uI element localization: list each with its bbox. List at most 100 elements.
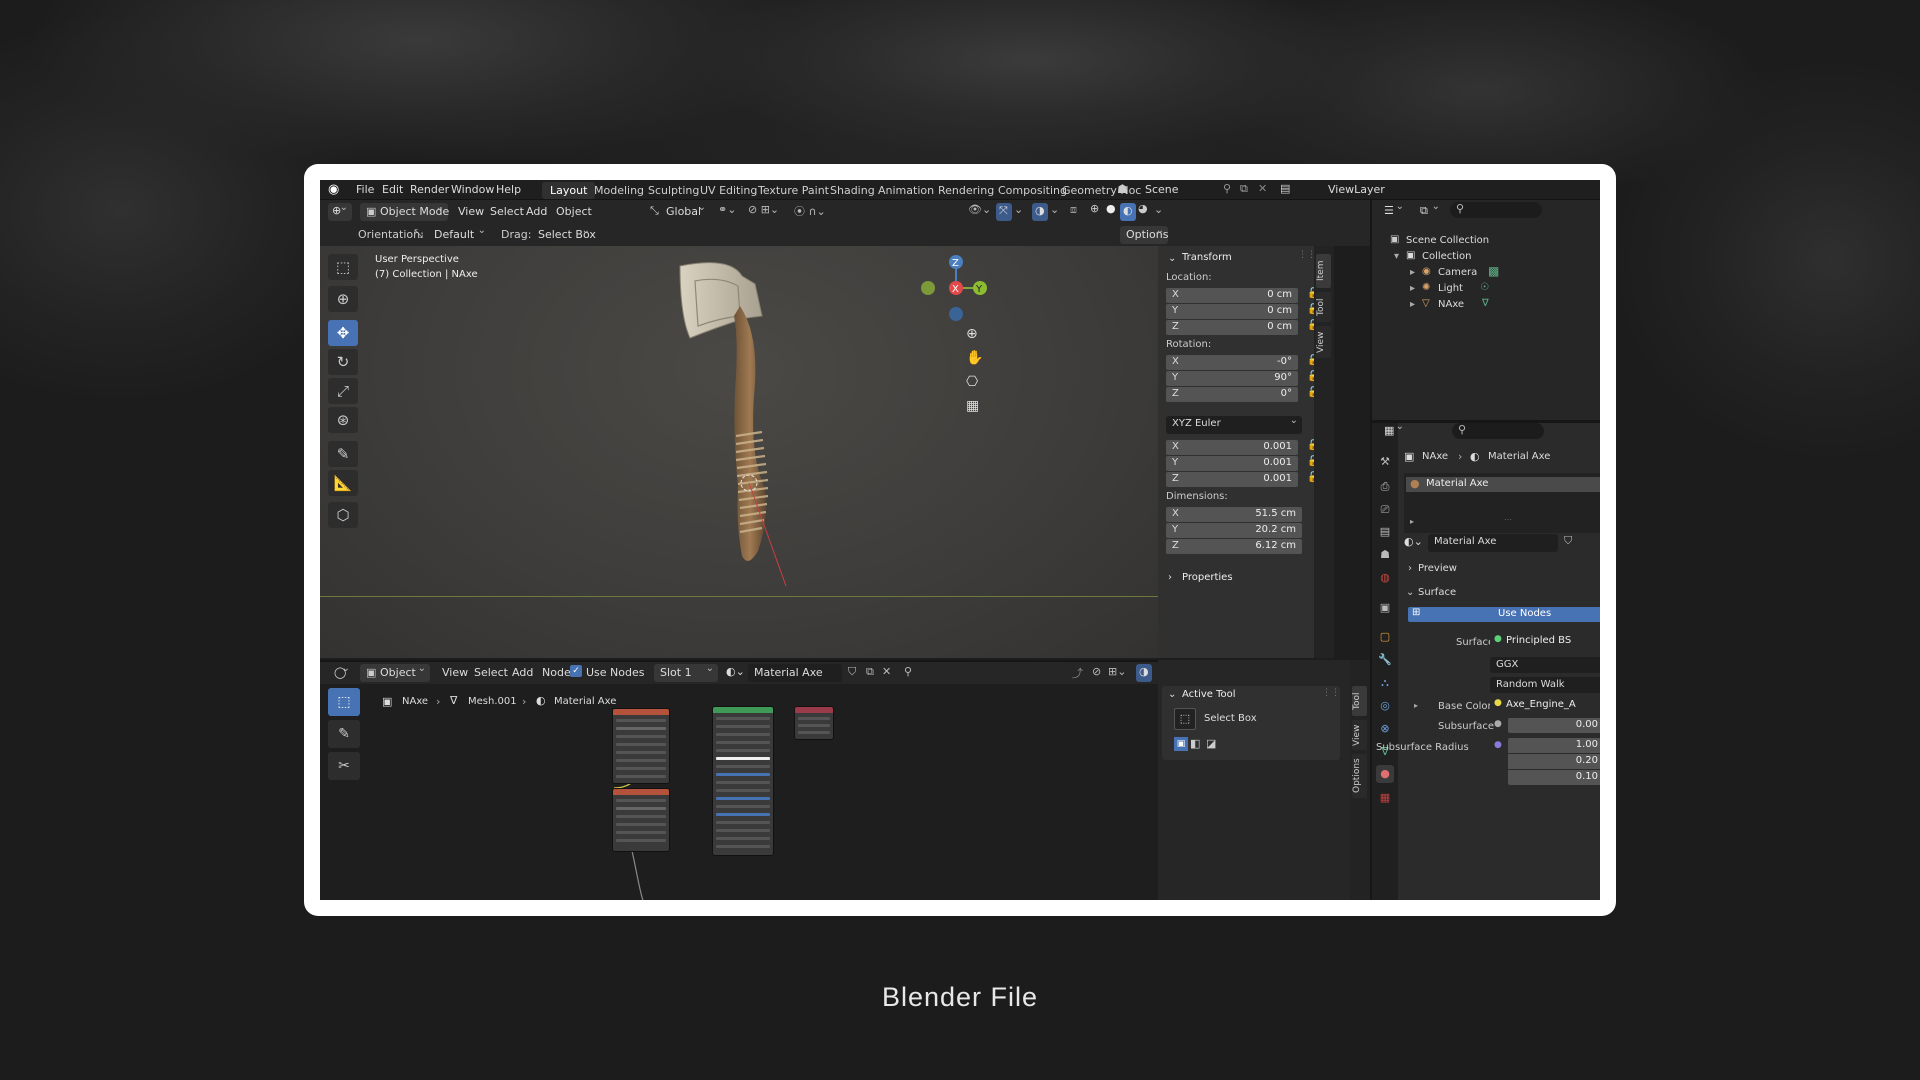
viewport-menu-object[interactable]: Object [556,205,592,218]
properties-section-title[interactable]: Properties [1182,572,1233,583]
properties-editor-type-icon[interactable]: ▦ [1378,421,1408,440]
camera-expand-icon[interactable]: ▸ [1410,267,1415,278]
outliner-editor-type-icon[interactable]: ☰ [1378,201,1408,220]
mesh-data-icon[interactable]: ∇ [1482,298,1489,309]
use-nodes-button[interactable]: ⊞ Use Nodes [1408,607,1600,622]
material-output-node[interactable] [794,706,834,740]
render-tab-icon[interactable]: ⎙ [1376,478,1394,496]
world-tab-icon[interactable]: ◍ [1376,569,1394,587]
material-slot-list[interactable]: ● Material Axe ▸ ⋯ [1404,473,1600,533]
viewport-menu-select[interactable]: Select [490,205,524,218]
menu-edit[interactable]: Edit [382,183,403,196]
image-texture-node-2[interactable] [612,788,670,852]
select-box-icon[interactable]: ⬚ [1174,708,1196,730]
gizmo-toggle-icon[interactable]: ⤧ [996,203,1012,221]
subsurface-radius-y[interactable]: 0.20 [1508,754,1600,769]
node-annotate-tool-icon[interactable]: ✎ [328,720,360,748]
select-mode-new-icon[interactable]: ▣ [1174,737,1188,751]
node-select-tool-icon[interactable]: ⬚ [328,688,360,716]
overlay-toggle-icon[interactable]: ◑ [1032,203,1048,221]
add-cube-tool-icon[interactable]: ⬡ [328,502,358,528]
scale-y-field[interactable]: Y 0.001 [1166,456,1298,471]
blender-logo-icon[interactable]: ◉ [328,182,339,197]
duplicate-material-icon[interactable]: ⧉ [866,665,874,679]
naxe-expand-icon[interactable]: ▸ [1410,299,1415,310]
scale-tool-icon[interactable]: ⤢ [328,378,358,404]
delete-scene-icon[interactable]: ✕ [1258,182,1267,195]
properties-search-input[interactable]: ⚲ [1452,423,1544,439]
tool-tab-icon[interactable]: ⚒ [1376,453,1394,471]
menu-file[interactable]: File [356,183,374,196]
scene-icon[interactable]: ☗ [1117,182,1128,196]
use-nodes-checkbox[interactable]: ✓ [570,665,582,677]
viewport-menu-add[interactable]: Add [526,205,547,218]
subsurface-field[interactable]: 0.00 [1508,718,1600,733]
active-tool-chevron-icon[interactable]: ⌄ [1168,689,1176,700]
overlay-dropdown-icon[interactable]: ⌄ [1050,203,1059,216]
menu-window[interactable]: Window [451,183,494,196]
node-overlay-icon[interactable]: ◑ [1136,664,1152,682]
transform-orientation-dropdown[interactable]: Global [646,202,710,221]
axe-model[interactable] [650,256,850,586]
camera-data-icon[interactable]: ▩ [1488,264,1499,278]
active-tool-drag-icon[interactable]: ⋮⋮ [1322,688,1340,698]
surface-shader-field[interactable]: ● Principled BS [1490,634,1600,649]
image-texture-node[interactable] [612,708,670,784]
tab-view[interactable]: View [1316,326,1331,358]
menu-render[interactable]: Render [410,183,449,196]
pivot-icon[interactable]: ⚭⌄ [718,203,736,216]
menu-help[interactable]: Help [496,183,521,196]
base-color-field[interactable]: ● Axe_Engine_A [1490,698,1600,713]
shading-solid-icon[interactable]: ● [1106,202,1116,215]
select-box-tool-icon[interactable]: ⬚ [328,254,358,280]
slot-list-resize-icon[interactable]: ⋯ [1504,515,1512,524]
transform-chevron-icon[interactable]: ⌄ [1168,253,1176,264]
camera-view-icon[interactable]: ⎔ [966,374,978,390]
use-nodes-toggle-label[interactable]: Use Nodes [586,666,645,679]
location-z-field[interactable]: Z 0 cm [1166,320,1298,335]
snap-icon[interactable]: ⊘ ⊞⌄ [748,203,779,216]
distribution-dropdown[interactable]: GGX [1490,657,1600,673]
node-snap-icon[interactable]: ⊘ [1092,665,1101,678]
drag-dropdown[interactable]: Select Box [532,225,596,244]
unlink-material-icon[interactable]: ✕ [882,665,891,678]
view-layer-tab-icon[interactable]: ▤ [1376,523,1394,541]
properties-chevron-icon[interactable]: › [1168,572,1172,583]
rotation-mode-dropdown[interactable]: XYZ Euler [1166,415,1302,434]
fake-user-shield-icon[interactable]: ⛉ [1564,534,1572,548]
light-data-icon[interactable]: ☉ [1480,282,1489,293]
light-expand-icon[interactable]: ▸ [1410,283,1415,294]
subsurface-method-dropdown[interactable]: Random Walk [1490,677,1600,693]
texture-tab-icon[interactable]: ▦ [1376,789,1394,807]
select-mode-subtract-icon[interactable]: ◪ [1206,737,1216,750]
transform-tool-icon[interactable]: ⊛ [328,407,358,433]
tab-item[interactable]: Item [1316,254,1331,288]
dimensions-y-field[interactable]: Y 20.2 cm [1166,523,1302,538]
outliner-search-input[interactable]: ⚲ [1450,202,1542,218]
node-snap-mode-icon[interactable]: ⊞⌄ [1108,665,1126,678]
rotation-x-field[interactable]: X -0° [1166,355,1298,370]
material-browse-node-icon[interactable]: ◐⌄ [726,665,745,678]
annotate-tool-icon[interactable]: ✎ [328,441,358,467]
view-layer-name[interactable]: ViewLayer [1328,183,1385,196]
editor-type-icon[interactable]: ⊕ [328,202,352,221]
outliner-item-light[interactable]: Light [1438,283,1463,294]
base-color-expand-icon[interactable]: ▸ [1414,701,1418,710]
node-menu-select[interactable]: Select [474,666,508,679]
shading-material-icon[interactable]: ◐ [1120,203,1136,221]
node-editor-type-icon[interactable]: ◯ [328,663,354,682]
material-name-field[interactable]: Material Axe [1428,534,1558,552]
node-fake-user-icon[interactable]: ⛉ [848,665,856,679]
scale-z-field[interactable]: Z 0.001 [1166,472,1298,487]
3d-viewport[interactable]: User Perspective (7) Collection | NAxe ⬚… [320,246,1158,658]
location-x-field[interactable]: X 0 cm [1166,288,1298,303]
measure-tool-icon[interactable]: 📐 [328,470,358,496]
material-tab-icon[interactable]: ● [1376,765,1394,783]
shading-rendered-icon[interactable]: ◕ [1138,202,1148,215]
slot-expand-icon[interactable]: ▸ [1410,517,1414,526]
new-scene-icon[interactable]: ⧉ [1240,182,1248,196]
rotation-z-field[interactable]: Z 0° [1166,387,1298,402]
shading-wireframe-icon[interactable]: ⊕ [1090,202,1099,215]
shading-dropdown-icon[interactable]: ⌄ [1154,203,1163,216]
node-tab-options[interactable]: Options [1352,754,1367,798]
